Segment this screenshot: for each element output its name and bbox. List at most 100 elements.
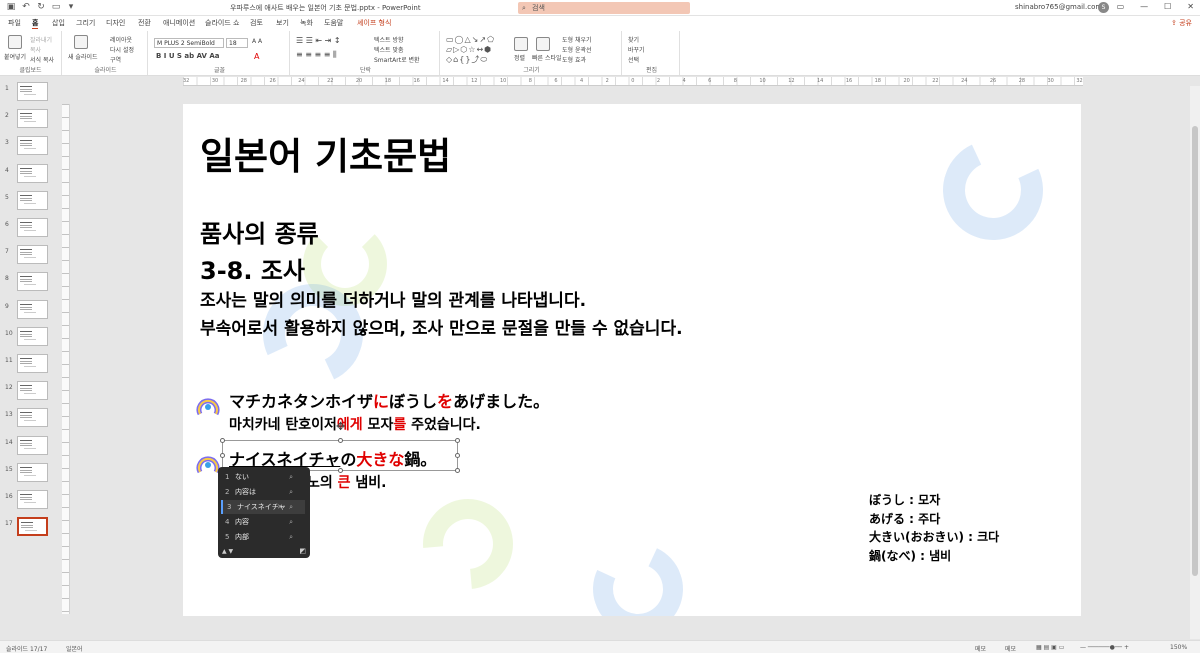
share-button[interactable]: ⇪ 공유 [1171, 18, 1192, 28]
slide-thumbnail-4[interactable]: 4 [0, 162, 58, 186]
slide-canvas[interactable]: 일본어 기초문법 품사의 종류 3-8. 조사 조사는 말의 의미를 더하거나 … [183, 104, 1081, 616]
candidate-search-icon[interactable]: ⌕ [289, 485, 293, 499]
thumbnail-preview[interactable] [17, 354, 48, 373]
slide-thumbnail-1[interactable]: 1 [0, 80, 58, 104]
candidate-remove-icon[interactable]: ✕ [277, 500, 283, 514]
thumbnail-preview[interactable] [17, 82, 48, 101]
ime-options-icon[interactable]: ◩ [299, 547, 306, 555]
language-indicator[interactable]: 일본어 [66, 644, 83, 653]
save-icon[interactable]: ▣ [6, 2, 16, 12]
slide-thumbnail-2[interactable]: 2 [0, 107, 58, 131]
arrange-icon[interactable] [514, 37, 528, 51]
slide-thumbnail-3[interactable]: 3 [0, 134, 58, 158]
ime-candidate[interactable]: 3 ナイスネイチャ ⌕ ✕ [221, 500, 305, 514]
thumbnail-preview[interactable] [17, 245, 48, 265]
maximize-icon[interactable]: ☐ [1164, 2, 1171, 11]
font-style-buttons[interactable]: B I U S ab AV Aa [156, 52, 220, 60]
font-size-select[interactable]: 18 [226, 38, 248, 48]
tab-design[interactable]: 디자인 [106, 18, 125, 28]
slide-thumbnail-17[interactable]: 17 [0, 515, 58, 539]
thumbnail-preview[interactable] [17, 109, 48, 129]
minimize-icon[interactable]: — [1140, 2, 1148, 11]
ime-candidate[interactable]: 5 内部 ⌕ [221, 530, 305, 544]
slide-thumbnail-13[interactable]: 13 [0, 406, 58, 430]
resize-handle[interactable] [338, 438, 343, 443]
undo-icon[interactable]: ↶ [21, 2, 31, 12]
tab-transitions[interactable]: 전환 [138, 18, 151, 28]
find-button[interactable]: 찾기 [628, 35, 639, 44]
reset-button[interactable]: 다시 설정 [110, 45, 134, 54]
search-input[interactable]: ⌕ 검색 [518, 2, 690, 14]
thumbnail-preview[interactable] [17, 326, 48, 346]
tab-review[interactable]: 검토 [250, 18, 263, 28]
quick-styles-button[interactable]: 빠른 스타일 [532, 53, 562, 62]
customize-icon[interactable]: ▾ [66, 2, 76, 12]
ime-candidate[interactable]: 2 内容は ⌕ [221, 485, 305, 499]
align-text-button[interactable]: 텍스트 맞춤 [374, 45, 404, 54]
example-2-korean[interactable]: 노의 큰 냄비. [307, 472, 386, 492]
vertical-scrollbar[interactable] [1190, 86, 1200, 639]
slide-thumbnail-10[interactable]: 10 [0, 325, 58, 349]
tab-file[interactable]: 파일 [8, 18, 21, 28]
thumbnail-preview[interactable] [17, 408, 48, 428]
font-name-select[interactable]: M PLUS 2 SemiBold [154, 38, 224, 48]
tab-shape-format[interactable]: 셰이프 형식 [357, 18, 391, 28]
quick-styles-icon[interactable] [536, 37, 550, 51]
tab-view[interactable]: 보기 [276, 18, 289, 28]
paste-button[interactable]: 붙여넣기 [4, 52, 26, 61]
body-line-2[interactable]: 부속어로서 활용하지 않으며, 조사 만으로 문절을 만들 수 없습니다. [200, 314, 683, 339]
candidate-search-icon[interactable]: ⌕ [289, 500, 293, 514]
close-icon[interactable]: ✕ [1187, 2, 1194, 11]
zoom-slider[interactable]: — ──────●── + [1080, 644, 1129, 651]
new-slide-button[interactable]: 새 슬라이드 [68, 52, 98, 61]
slide-title[interactable]: 일본어 기초문법 [200, 126, 451, 180]
example-1-korean[interactable]: 마치카네 탄호이저에게 모자를 주었습니다. [229, 414, 481, 434]
slide-thumbnail-11[interactable]: 11 [0, 352, 58, 376]
shapes-gallery[interactable]: ▭◯△↘↗⬠ ▱▷⬡☆↔⬢ ◇⌂{}⤴⬭ [446, 35, 504, 65]
horizontal-ruler[interactable]: 32 30 28 26 24 22 20 18 16 14 12 10 8 6 4 2 0 2 4 6 8 10 12 14 1… [183, 77, 1083, 86]
font-color-icon[interactable]: A [254, 52, 259, 61]
avatar[interactable]: S [1098, 2, 1109, 13]
thumbnail-preview[interactable] [17, 136, 48, 156]
shape-outline-button[interactable]: 도형 윤곽선 [562, 45, 592, 54]
thumbnail-preview[interactable] [17, 272, 48, 292]
thumbnail-preview[interactable] [17, 218, 48, 237]
font-grow-icon[interactable]: A A [252, 38, 262, 45]
replace-button[interactable]: 바꾸기 [628, 45, 645, 54]
shape-fill-button[interactable]: 도형 채우기 [562, 35, 592, 44]
slide-thumbnail-14[interactable]: 14 [0, 434, 58, 458]
tab-insert[interactable]: 삽입 [52, 18, 65, 28]
slide-thumbnail-8[interactable]: 8 [0, 270, 58, 294]
heading-part-of-speech[interactable]: 품사의 종류 [200, 214, 319, 249]
tab-help[interactable]: 도움말 [324, 18, 343, 28]
thumbnail-preview[interactable] [17, 163, 48, 183]
view-normal-icon[interactable]: ▦ ▤ ▣ ▭ [1036, 644, 1064, 651]
candidate-search-icon[interactable]: ⌕ [289, 470, 293, 484]
redo-icon[interactable]: ↻ [36, 2, 46, 12]
smartart-button[interactable]: SmartArt로 변환 [374, 55, 420, 64]
tab-record[interactable]: 녹화 [300, 18, 313, 28]
ime-candidate-window[interactable]: ▲ ▼ ◩ 1 ない ⌕ 2 内容は ⌕ 3 ナイスネイチャ ⌕ ✕ 4 内容 ⌕ 5 内部 ⌕ [218, 467, 310, 558]
thumbnail-preview[interactable] [17, 381, 48, 401]
vertical-ruler[interactable] [62, 104, 70, 614]
thumbnail-preview[interactable] [17, 462, 48, 482]
cut-button[interactable]: 잘라내기 [30, 35, 52, 44]
thumbnail-preview[interactable] [17, 299, 48, 319]
thumbnail-preview[interactable] [17, 490, 48, 509]
text-direction-button[interactable]: 텍스트 방향 [374, 35, 404, 44]
resize-handle[interactable] [455, 438, 460, 443]
resize-handle[interactable] [455, 453, 460, 458]
slide-thumbnail-16[interactable]: 16 [0, 488, 58, 512]
copy-button[interactable]: 복사 [30, 45, 41, 54]
body-line-1[interactable]: 조사는 말의 의미를 더하거나 말의 관계를 나타냅니다. [200, 286, 586, 311]
slide-thumbnail-9[interactable]: 9 [0, 298, 58, 322]
ime-page-arrows-icon[interactable]: ▲ ▼ [222, 548, 233, 555]
candidate-search-icon[interactable]: ⌕ [289, 515, 293, 529]
align-icons[interactable]: ≡ ≡ ≡ ≡ ⫼ [296, 50, 337, 60]
scrollbar-thumb[interactable] [1192, 126, 1198, 576]
format-painter-button[interactable]: 서식 복사 [30, 55, 54, 64]
tab-animations[interactable]: 애니메이션 [163, 18, 195, 28]
resize-handle[interactable] [455, 468, 460, 473]
list-icons[interactable]: ☰ ☰ ⇤ ⇥ ↕ [296, 36, 341, 45]
present-icon[interactable]: ▭ [51, 2, 61, 12]
